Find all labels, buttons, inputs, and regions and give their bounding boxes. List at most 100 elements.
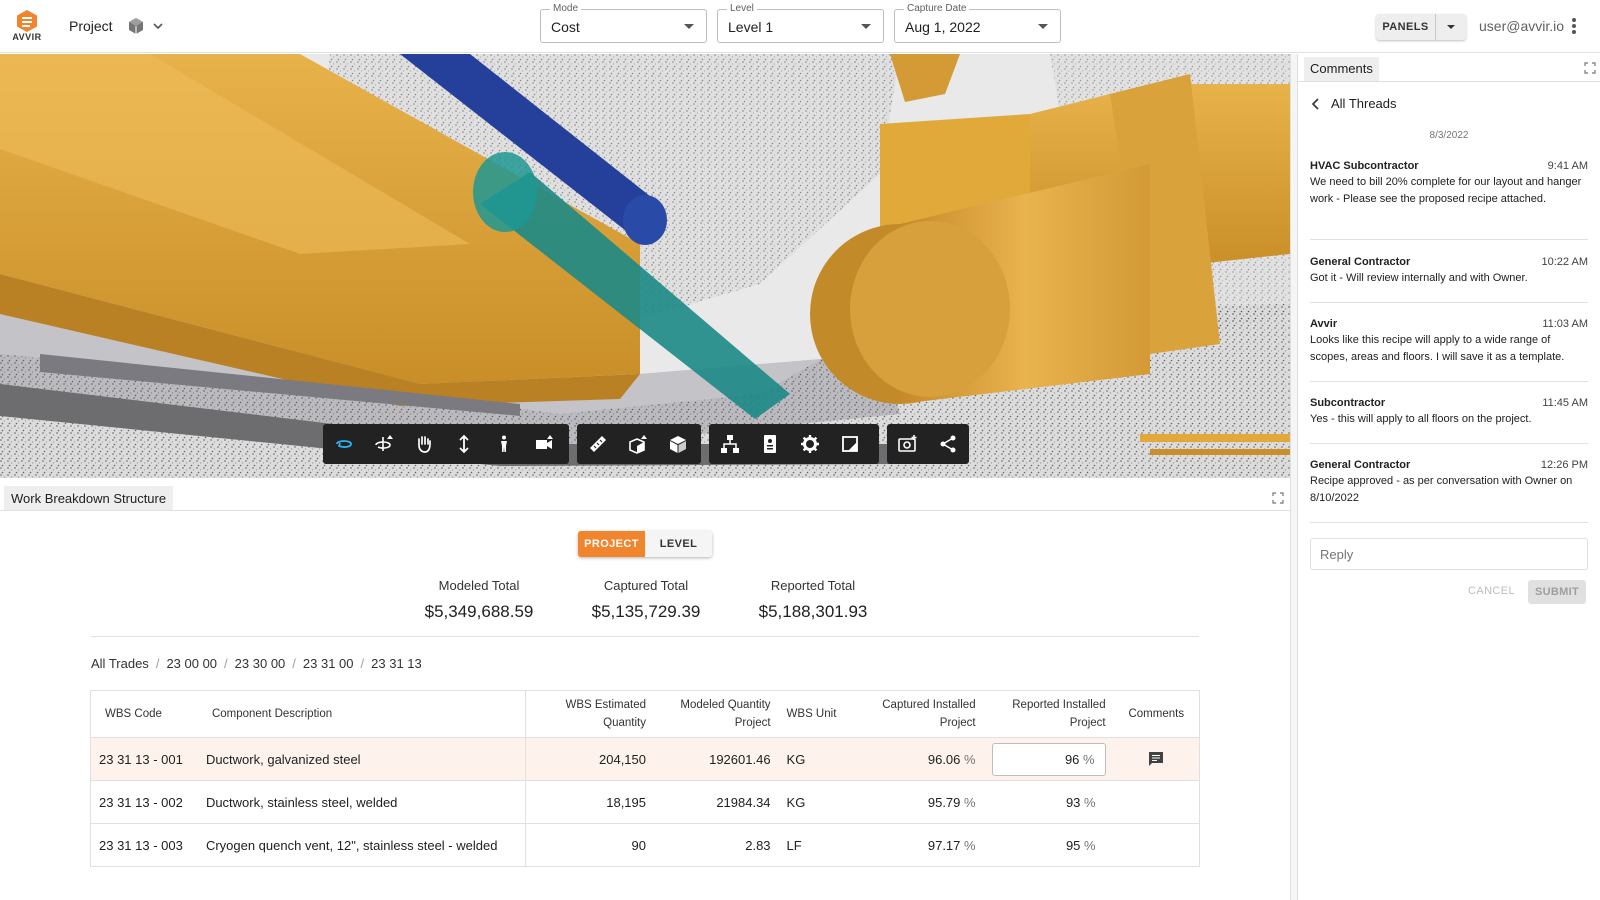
reported-installed-cell[interactable]: 93 %: [983, 780, 1114, 824]
comment-thread-item: Avvir 11:03 AM Looks like this recipe wil…: [1310, 318, 1588, 366]
section-box-icon[interactable]: [623, 430, 653, 458]
percent-unit: %: [964, 751, 976, 767]
cancel-button[interactable]: CANCEL: [1468, 585, 1515, 597]
comment-time: 10:22 AM: [1541, 256, 1588, 268]
table-row[interactable]: 23 31 13 - 001 Ductwork, galvanized stee…: [90, 737, 1200, 781]
comments-panel-tab[interactable]: Comments: [1304, 57, 1379, 81]
captured-installed-cell: 95.79 %: [858, 780, 984, 824]
dropdown-arrow-icon: [684, 24, 694, 29]
expand-panel-icon[interactable]: [1272, 492, 1284, 504]
column-header-comments[interactable]: Comments: [1113, 690, 1200, 738]
percent-unit: %: [1083, 751, 1095, 767]
comment-time: 12:26 PM: [1540, 459, 1588, 471]
reported-installed-input[interactable]: 96 %: [991, 742, 1106, 776]
user-email[interactable]: user@avvir.io: [1479, 18, 1564, 34]
capture-date-value: Aug 1, 2022: [905, 19, 981, 35]
comment-divider: [1310, 443, 1588, 444]
project-label[interactable]: Project: [69, 18, 113, 34]
screenshot-icon[interactable]: [893, 430, 923, 458]
capture-date-select[interactable]: Capture Date Aug 1, 2022: [894, 3, 1061, 43]
breadcrumb-item[interactable]: 23 31 00: [303, 656, 354, 671]
captured-installed-cell: 96.06 %: [858, 737, 984, 781]
unit-cell: KG: [778, 780, 859, 824]
avvir-logo[interactable]: AVVIR: [10, 10, 44, 44]
wbs-panel-tab[interactable]: Work Breakdown Structure: [4, 486, 174, 511]
description-cell: Cryogen quench vent, 12", stainless stee…: [205, 837, 498, 853]
comment-time: 11:45 AM: [1542, 397, 1588, 409]
model-tree-icon[interactable]: [715, 430, 745, 458]
breadcrumb-item-current: 23 31 13: [371, 656, 422, 671]
expand-panel-icon[interactable]: [1584, 62, 1596, 74]
level-toggle-button[interactable]: LEVEL: [645, 531, 712, 557]
description-cell: Ductwork, galvanized steel: [197, 737, 526, 781]
mode-select[interactable]: Mode Cost: [540, 3, 707, 43]
breadcrumb-item[interactable]: 23 00 00: [166, 656, 217, 671]
modeled-quantity-cell: 21984.34: [654, 780, 779, 824]
column-header-reported-installed[interactable]: Reported Installed Project: [983, 690, 1114, 738]
breadcrumb-separator: /: [292, 656, 296, 671]
total-label: Reported Total: [770, 578, 856, 593]
rotate-icon[interactable]: [369, 430, 399, 458]
panels-button-label: PANELS: [1382, 21, 1429, 33]
pan-hand-icon[interactable]: [409, 430, 439, 458]
dropdown-arrow-icon: [1447, 25, 1455, 29]
project-toggle-button[interactable]: PROJECT: [578, 531, 645, 557]
column-header-modeled-quantity[interactable]: Modeled Quantity Project: [654, 690, 779, 738]
level-select[interactable]: Level Level 1: [717, 3, 884, 43]
breadcrumb-item[interactable]: 23 30 00: [235, 656, 286, 671]
chevron-down-icon[interactable]: [151, 19, 165, 33]
comment-body: Yes - this will apply to all floors on t…: [1310, 413, 1532, 425]
ruler-icon[interactable]: [583, 430, 613, 458]
column-header-line: Project: [1069, 717, 1106, 729]
table-row[interactable]: 23 31 13 - 002 Ductwork, stainless steel…: [90, 780, 1200, 824]
scope-toggle[interactable]: PROJECT LEVEL: [578, 531, 712, 557]
cube-icon[interactable]: [127, 17, 145, 35]
share-icon[interactable]: [933, 430, 963, 458]
panels-dropdown-button[interactable]: [1435, 14, 1466, 40]
camera-icon[interactable]: [529, 430, 559, 458]
column-header-captured-installed[interactable]: Captured Installed Project: [858, 690, 984, 738]
reported-value: 96: [1064, 751, 1080, 767]
column-header-wbs-unit[interactable]: WBS Unit: [778, 690, 859, 738]
column-header-estimated-quantity[interactable]: WBS Estimated Quantity: [525, 690, 654, 738]
table-row[interactable]: 23 31 13 - 003 Cryogen quench vent, 12",…: [91, 823, 1200, 867]
comment-divider: [1310, 302, 1588, 303]
comment-icon[interactable]: [1148, 751, 1164, 767]
panels-button[interactable]: PANELS: [1376, 14, 1466, 40]
fullscreen-icon[interactable]: [835, 430, 865, 458]
person-walk-icon[interactable]: [489, 430, 519, 458]
chevron-left-icon[interactable]: [1310, 98, 1320, 110]
wbs-code-cell: 23 31 13 - 002: [90, 780, 198, 824]
reply-input[interactable]: [1310, 538, 1588, 570]
settings-toolbar-group: [709, 424, 879, 464]
properties-icon[interactable]: [755, 430, 785, 458]
wbs-code-cell: 23 31 13 - 001: [90, 737, 198, 781]
model-viewer[interactable]: [0, 54, 1290, 478]
all-threads-link[interactable]: All Threads: [1331, 96, 1397, 111]
description-cell: Ductwork, stainless steel, welded: [197, 780, 526, 824]
measure-toolbar-group: [577, 424, 701, 464]
comment-time: 11:03 AM: [1542, 318, 1588, 330]
submit-button[interactable]: SUBMIT: [1528, 580, 1586, 604]
comments-cell: [1113, 780, 1200, 824]
comment-author: General Contractor: [1310, 256, 1411, 268]
comment-thread-item: General Contractor 12:26 PM Recipe approv…: [1310, 459, 1588, 507]
reported-total: Reported Total $5,188,301.93: [728, 578, 898, 622]
estimated-quantity-cell: 204,150: [525, 737, 654, 781]
wbs-code-cell: 23 31 13 - 003: [99, 837, 183, 853]
percent-unit: %: [1084, 837, 1096, 853]
reported-value: 95: [1065, 837, 1081, 853]
point-cloud-scene[interactable]: [0, 54, 1290, 478]
orbit-icon[interactable]: [329, 430, 359, 458]
breadcrumb-item-all-trades[interactable]: All Trades: [91, 656, 149, 671]
unit-cell: LF: [786, 837, 802, 853]
settings-gear-icon[interactable]: [795, 430, 825, 458]
reported-value: 93: [1065, 794, 1081, 810]
vertical-move-icon[interactable]: [449, 430, 479, 458]
cube-icon[interactable]: [663, 430, 693, 458]
more-vert-icon[interactable]: [1571, 17, 1577, 35]
column-header-wbs-code[interactable]: WBS Code: [90, 690, 198, 738]
column-header-description[interactable]: Component Description: [197, 690, 526, 738]
reported-installed-cell[interactable]: 95 %: [984, 824, 1114, 867]
panel-resize-divider[interactable]: [1290, 54, 1298, 900]
